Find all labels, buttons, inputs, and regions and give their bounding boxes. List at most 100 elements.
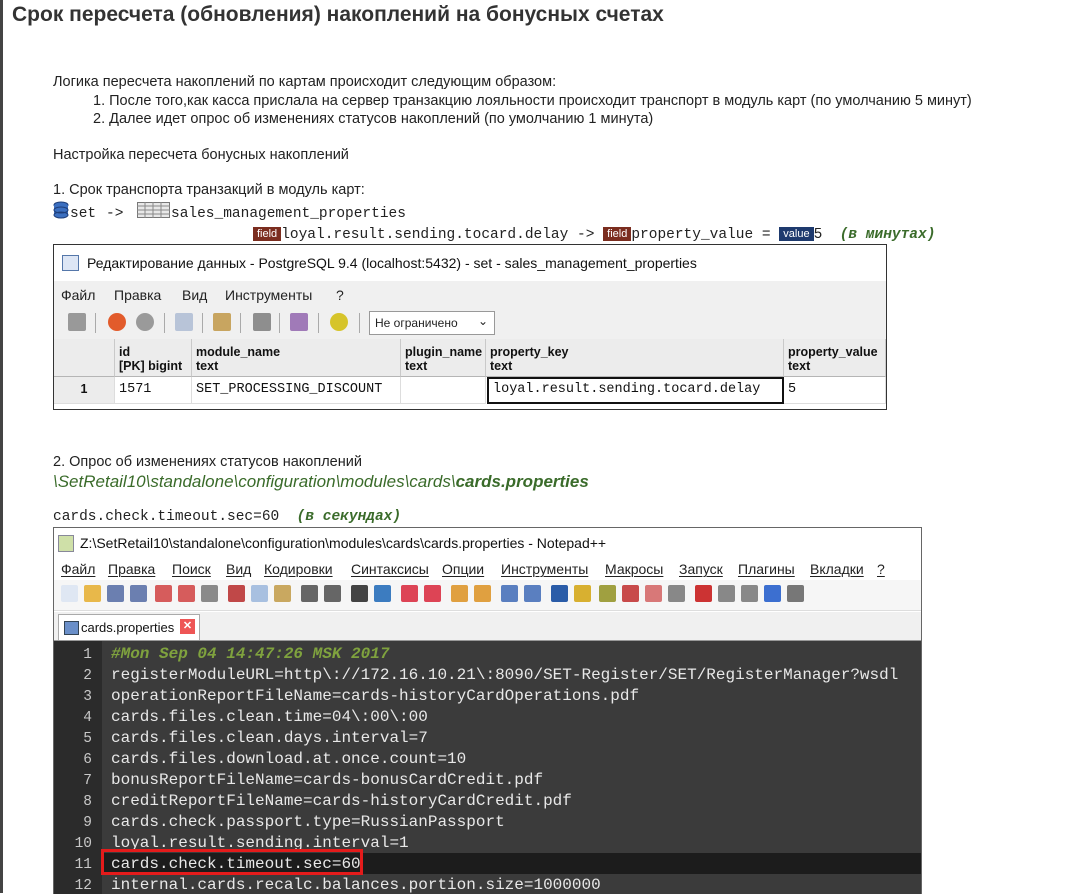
column-header-id[interactable]: id [PK] bigint <box>115 339 192 377</box>
pg-menu-view[interactable]: Вид <box>182 287 207 303</box>
np-menu-tools[interactable]: Инструменты <box>501 561 588 577</box>
zoom-out-icon[interactable] <box>424 585 441 602</box>
grid-corner <box>54 339 115 377</box>
db-name: set <box>70 206 97 222</box>
cell-property-key[interactable]: loyal.result.sending.tocard.delay <box>487 377 784 404</box>
undo-icon[interactable] <box>136 313 154 331</box>
indent-guide-icon[interactable] <box>551 585 568 602</box>
undo-icon[interactable] <box>301 585 318 602</box>
np-menu-macros[interactable]: Макросы <box>605 561 663 577</box>
run-macro-multiple-icon[interactable] <box>764 585 781 602</box>
field-expression-line: field loyal.result.sending.tocard.delay -… <box>253 227 935 243</box>
pg-toolbar: Не ограничено ⌄ <box>54 307 886 337</box>
code-line: cards.files.download.at.once.count=10 <box>111 750 467 768</box>
tab-close-icon[interactable]: ✕ <box>180 619 195 634</box>
redo-icon[interactable] <box>324 585 341 602</box>
equals-sign: = <box>761 227 771 243</box>
copy-icon[interactable] <box>175 313 193 331</box>
np-menu-encoding[interactable]: Кодировки <box>264 561 333 577</box>
line-number: 12 <box>74 878 92 894</box>
open-file-icon[interactable] <box>84 585 101 602</box>
tab-label: cards.properties <box>81 620 175 635</box>
data-grid: id [PK] bigint module_name text plugin_nam… <box>54 339 886 409</box>
column-name: property_value <box>788 345 878 359</box>
function-list-icon[interactable] <box>622 585 639 602</box>
np-menu-search[interactable]: Поиск <box>172 561 211 577</box>
zoom-in-icon[interactable] <box>401 585 418 602</box>
paste-icon[interactable] <box>274 585 291 602</box>
pg-menu-help[interactable]: ? <box>336 287 344 303</box>
sync-h-icon[interactable] <box>474 585 491 602</box>
udl-icon[interactable] <box>574 585 591 602</box>
save-icon[interactable] <box>107 585 124 602</box>
show-all-chars-icon[interactable] <box>524 585 541 602</box>
column-header-module-name[interactable]: module_name text <box>192 339 401 377</box>
pg-menu-tools[interactable]: Инструменты <box>225 287 312 303</box>
np-menu-edit[interactable]: Правка <box>108 561 155 577</box>
np-menu-syntax[interactable]: Синтаксисы <box>351 561 429 577</box>
row-number[interactable]: 1 <box>54 377 115 404</box>
key-field: loyal.result.sending.tocard.delay <box>281 227 569 243</box>
cell-property-value[interactable]: 5 <box>784 377 886 404</box>
row-limit-select[interactable]: Не ограничено ⌄ <box>369 311 495 335</box>
arrow-1: -> <box>106 206 124 222</box>
cell-id[interactable]: 1571 <box>115 377 192 404</box>
tab-cards-properties[interactable]: cards.properties ✕ <box>58 614 200 640</box>
pgadmin-window: Редактирование данных - PostgreSQL 9.4 (… <box>53 244 887 410</box>
line-number: 8 <box>83 794 92 810</box>
record-macro-icon[interactable] <box>695 585 712 602</box>
new-file-icon[interactable] <box>61 585 78 602</box>
np-menu-run[interactable]: Запуск <box>679 561 723 577</box>
column-name: property_key <box>490 345 569 359</box>
pg-menu-edit[interactable]: Правка <box>114 287 161 303</box>
value-field: property_value <box>631 227 754 243</box>
print-icon[interactable] <box>201 585 218 602</box>
np-menu-plugins[interactable]: Плагины <box>738 561 795 577</box>
notepad-icon <box>58 535 74 552</box>
step-2: 2. Далее идет опрос об изменениях статус… <box>93 111 654 127</box>
cell-plugin-name[interactable] <box>401 377 486 404</box>
save-icon[interactable] <box>68 313 86 331</box>
cell-module-name[interactable]: SET_PROCESSING_DISCOUNT <box>192 377 401 404</box>
find-icon[interactable] <box>351 585 368 602</box>
cut-icon[interactable] <box>228 585 245 602</box>
column-name: plugin_name <box>405 345 483 359</box>
monitoring-icon[interactable] <box>668 585 685 602</box>
help-icon[interactable] <box>330 313 348 331</box>
column-header-plugin-name[interactable]: plugin_name text <box>401 339 486 377</box>
column-header-property-value[interactable]: property_value text <box>784 339 886 377</box>
line-number: 1 <box>83 647 92 663</box>
stop-macro-icon[interactable] <box>718 585 735 602</box>
np-menu-tabs[interactable]: Вкладки <box>810 561 864 577</box>
sync-v-icon[interactable] <box>451 585 468 602</box>
word-wrap-icon[interactable] <box>501 585 518 602</box>
pg-menu-file[interactable]: Файл <box>61 287 95 303</box>
close-icon[interactable] <box>155 585 172 602</box>
database-icon <box>53 201 69 219</box>
np-tabbar: cards.properties ✕ <box>54 612 921 641</box>
delete-icon[interactable] <box>253 313 271 331</box>
column-type: text <box>788 359 811 373</box>
np-menu-view[interactable]: Вид <box>226 561 251 577</box>
close-all-icon[interactable] <box>178 585 195 602</box>
section2-heading: 2. Опрос об изменениях статусов накоплен… <box>53 454 362 470</box>
save-macro-icon[interactable] <box>787 585 804 602</box>
np-menu-file[interactable]: Файл <box>61 561 95 577</box>
play-macro-icon[interactable] <box>741 585 758 602</box>
folder-workspace-icon[interactable] <box>645 585 662 602</box>
copy-icon[interactable] <box>251 585 268 602</box>
paste-icon[interactable] <box>213 313 231 331</box>
save-all-icon[interactable] <box>130 585 147 602</box>
toolbar-separator <box>318 313 319 333</box>
refresh-icon[interactable] <box>108 313 126 331</box>
np-menu-help[interactable]: ? <box>877 561 885 577</box>
filter-icon[interactable] <box>290 313 308 331</box>
file-icon <box>64 621 79 635</box>
column-header-property-key[interactable]: property_key text <box>486 339 784 377</box>
timeout-setting: cards.check.timeout.sec=60 <box>53 509 280 525</box>
replace-icon[interactable] <box>374 585 391 602</box>
code-editor[interactable]: 1 #Mon Sep 04 14:47:26 MSK 2017 2 regist… <box>54 641 921 894</box>
line-number: 4 <box>83 710 92 726</box>
doc-map-icon[interactable] <box>599 585 616 602</box>
np-menu-options[interactable]: Опции <box>442 561 484 577</box>
